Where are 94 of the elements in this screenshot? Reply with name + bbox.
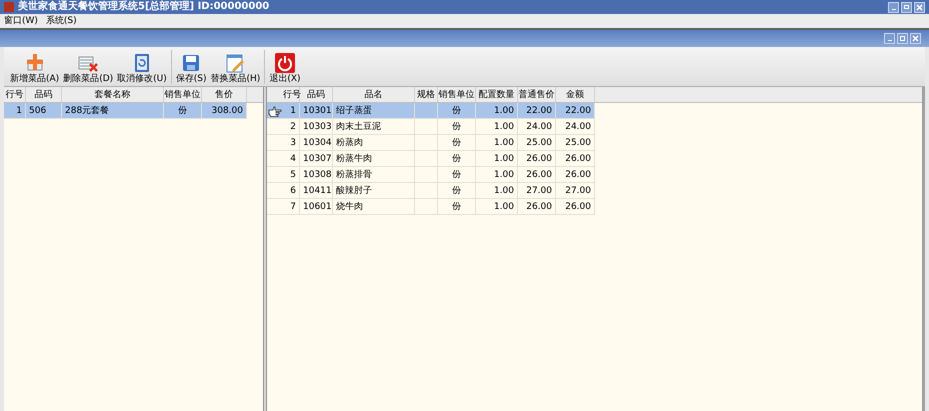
toolbar-button[interactable]: 保存(S)	[174, 52, 209, 86]
table-cell: 10307	[300, 151, 333, 166]
table-row[interactable]: 5 10308 粉蒸排骨 份 1.00 26.00 26.00	[267, 167, 595, 183]
table-cell: 1.00	[476, 199, 518, 214]
table-cell: 27.00	[556, 183, 595, 198]
table-cell: 绍子蒸蛋	[333, 103, 415, 118]
table-cell: 1.00	[476, 135, 518, 150]
close-icon[interactable]	[910, 33, 921, 44]
table-row[interactable]: 6 10411 酸辣肘子 份 1.00 27.00 27.00	[267, 183, 595, 199]
table-cell: 10301	[300, 103, 333, 118]
table-cell: 粉蒸牛肉	[333, 151, 415, 166]
table-row[interactable]: 2 10303 肉末土豆泥 份 1.00 24.00 24.00	[267, 119, 595, 135]
column-header[interactable]: 配置数量	[476, 87, 518, 102]
table-cell: 1	[4, 103, 26, 118]
table-cell: 24.00	[556, 119, 595, 134]
table-cell: 22.00	[518, 103, 556, 118]
column-header[interactable]: 品名	[333, 87, 415, 102]
maximize-icon[interactable]	[897, 33, 908, 44]
column-header[interactable]: 套餐名称	[62, 87, 164, 102]
table-cell: 肉末土豆泥	[333, 119, 415, 134]
table-cell: 1.00	[476, 167, 518, 182]
menu-item[interactable]: 系统(S)	[46, 16, 77, 26]
table-cell: 份	[438, 135, 476, 150]
table-row[interactable]: 4 10307 粉蒸牛肉 份 1.00 26.00 26.00	[267, 151, 595, 167]
table-cell: 25.00	[518, 135, 556, 150]
column-header[interactable]: 品码	[300, 87, 333, 102]
table-cell: 27.00	[518, 183, 556, 198]
table-cell: 3	[283, 135, 300, 150]
table-cell: 份	[438, 103, 476, 118]
table-cell: 10303	[300, 119, 333, 134]
table-cell: 26.00	[556, 151, 595, 166]
table-cell: 份	[164, 103, 202, 118]
table-cell: 7	[283, 199, 300, 214]
table-cell: 1.00	[476, 183, 518, 198]
column-header[interactable]: 行号	[283, 87, 300, 102]
table-cell: 1.00	[476, 151, 518, 166]
column-header[interactable]: 售价	[202, 87, 247, 102]
table-cell: 1	[283, 103, 300, 118]
table-cell: 26.00	[518, 199, 556, 214]
column-header[interactable]: 金额	[556, 87, 595, 102]
table-cell: 288元套餐	[62, 103, 164, 118]
table-cell: 份	[438, 167, 476, 182]
menu-item[interactable]: 窗口(W)	[4, 16, 38, 26]
table-cell: 22.00	[556, 103, 595, 118]
table-cell: 308.00	[202, 103, 247, 118]
table-cell: 24.00	[518, 119, 556, 134]
table-cell: 26.00	[518, 167, 556, 182]
table-row[interactable]: 3 10304 粉蒸肉 份 1.00 25.00 25.00	[267, 135, 595, 151]
toolbar-button[interactable]: 取消修改(U)	[115, 52, 169, 86]
minimize-icon[interactable]	[888, 2, 899, 12]
table-cell: 粉蒸肉	[333, 135, 415, 150]
table-cell: 5	[283, 167, 300, 182]
table-row[interactable]: 1 10301 绍子蒸蛋 份 1.00 22.00 22.00	[267, 103, 595, 119]
power-icon	[274, 52, 296, 74]
minimize-icon[interactable]	[884, 33, 895, 44]
table-cell: 份	[438, 119, 476, 134]
table-cell: 4	[283, 151, 300, 166]
table-cell: 10308	[300, 167, 333, 182]
close-icon[interactable]	[914, 2, 925, 12]
table-cell: 10304	[300, 135, 333, 150]
table-cell: 26.00	[518, 151, 556, 166]
column-header[interactable]: 行号	[4, 87, 26, 102]
table-cell: 2	[283, 119, 300, 134]
toolbar-button[interactable]: 退出(X)	[267, 52, 303, 86]
table-cell: 份	[438, 151, 476, 166]
notepad-pencil-icon	[224, 52, 246, 74]
window-title: 美世家食通天餐饮管理系统5[总部管理] ID:00000000	[18, 2, 270, 12]
table-cell: 10411	[300, 183, 333, 198]
app-icon	[4, 2, 14, 12]
pointing-hand-icon	[268, 104, 282, 116]
column-header[interactable]: 品码	[26, 87, 62, 102]
restore-icon[interactable]	[901, 2, 912, 12]
toolbar-button[interactable]: 替换菜品(H)	[208, 52, 262, 86]
toolbar-button[interactable]: 新增菜品(A)	[8, 52, 62, 86]
table-cell: 酸辣肘子	[333, 183, 415, 198]
column-header[interactable]: 销售单位	[438, 87, 476, 102]
table-cell: 10601	[300, 199, 333, 214]
table-cell: 25.00	[556, 135, 595, 150]
column-header[interactable]: 销售单位	[164, 87, 202, 102]
table-cell: 份	[438, 183, 476, 198]
table-row[interactable]: 1 506 288元套餐 份 308.00	[4, 103, 247, 119]
table-cell: 506	[26, 103, 62, 118]
table-cell: 26.00	[556, 199, 595, 214]
column-header[interactable]: 规格	[415, 87, 438, 102]
table-cell: 1.00	[476, 103, 518, 118]
table-cell: 1.00	[476, 119, 518, 134]
table-cell: 6	[283, 183, 300, 198]
table-cell: 粉蒸排骨	[333, 167, 415, 182]
table-row[interactable]: 7 10601 烧牛肉 份 1.00 26.00 26.00	[267, 199, 595, 215]
toolbar-button[interactable]: 删除菜品(D)	[61, 52, 116, 86]
table-cell: 26.00	[556, 167, 595, 182]
column-header[interactable]: 普通售价	[518, 87, 556, 102]
table-cell: 份	[438, 199, 476, 214]
table-cell: 烧牛肉	[333, 199, 415, 214]
